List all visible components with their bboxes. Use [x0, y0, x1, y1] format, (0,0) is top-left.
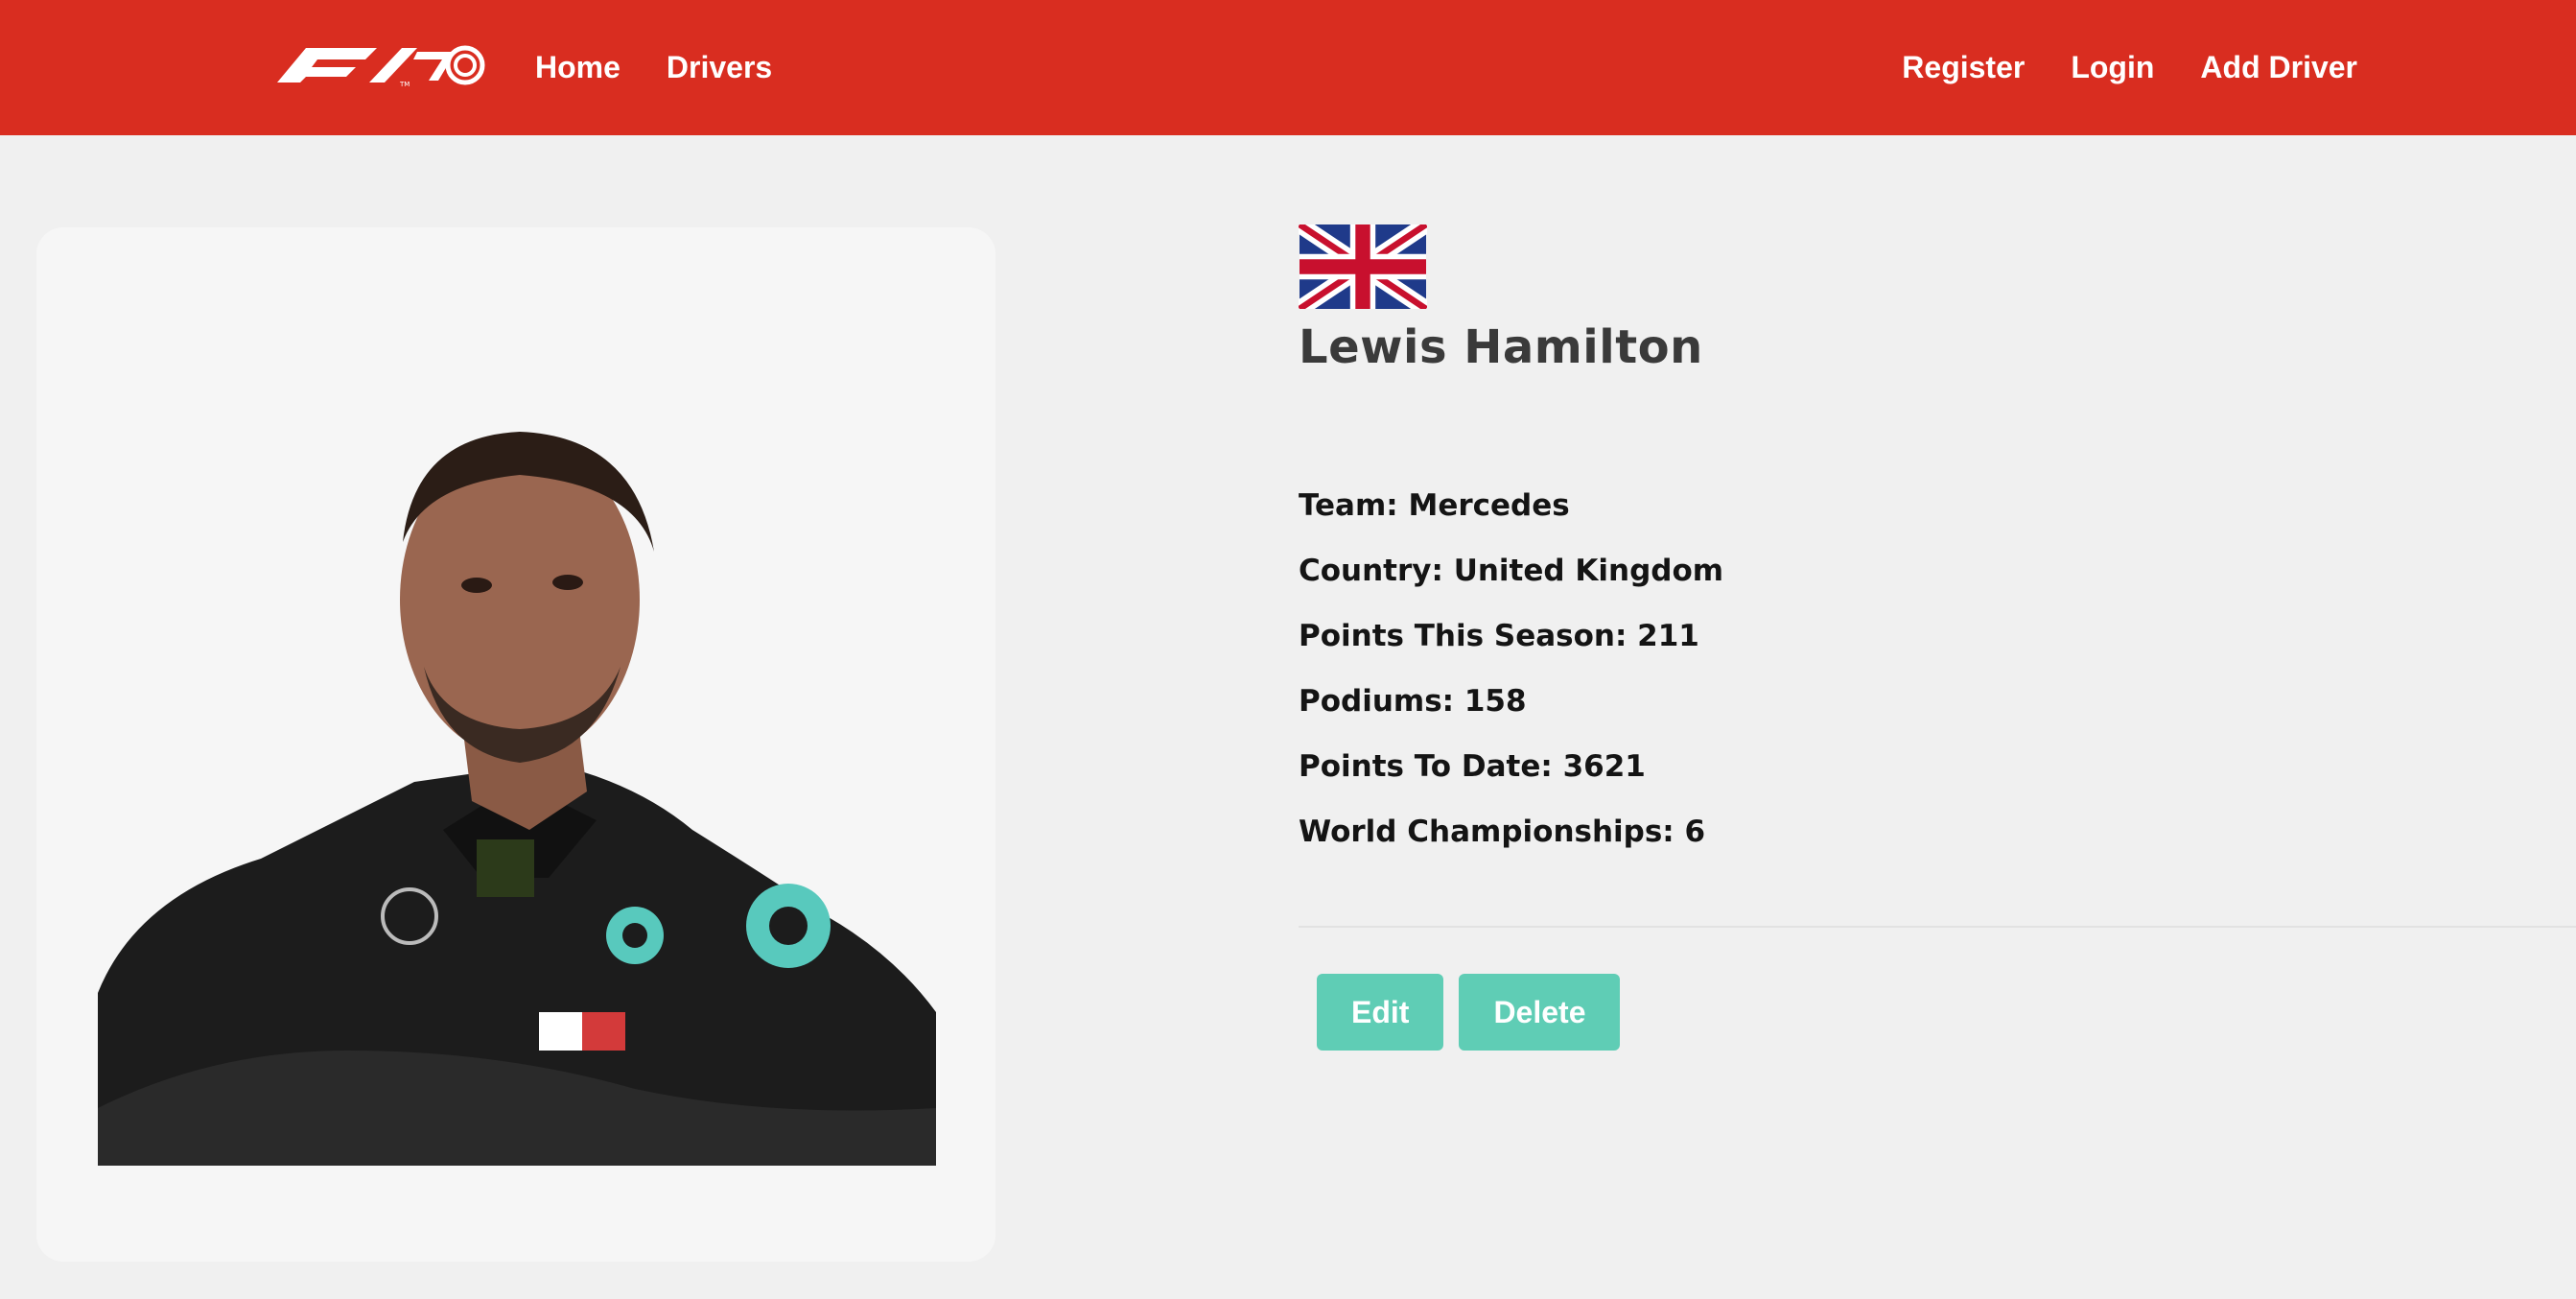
- stat-country: Country: United Kingdom: [1299, 554, 1724, 588]
- uk-flag-icon: [1299, 224, 1427, 309]
- nav-link-drivers[interactable]: Drivers: [667, 50, 772, 85]
- top-navbar: TM Home Drivers Register Login Add Drive…: [0, 0, 2576, 135]
- stat-points-to-date: Points To Date: 3621: [1299, 749, 1646, 784]
- nav-left-links: Home Drivers: [535, 0, 772, 135]
- driver-portrait-icon: [98, 432, 936, 1166]
- stat-podiums: Podiums: 158: [1299, 684, 1527, 719]
- nav-link-register[interactable]: Register: [1902, 50, 2025, 85]
- driver-stats-list: Team: Mercedes Country: United Kingdom P…: [1299, 487, 1723, 879]
- nav-link-login[interactable]: Login: [2071, 50, 2154, 85]
- edit-button[interactable]: Edit: [1317, 974, 1444, 1051]
- delete-button[interactable]: Delete: [1459, 974, 1621, 1051]
- stat-team: Team: Mercedes: [1299, 488, 1570, 523]
- svg-text:TM: TM: [399, 81, 410, 86]
- driver-details: Lewis Hamilton Team: Mercedes Country: U…: [1299, 224, 2576, 1051]
- nav-right-links: Register Login Add Driver: [1902, 0, 2357, 135]
- nav-link-home[interactable]: Home: [535, 50, 621, 85]
- driver-name: Lewis Hamilton: [1299, 320, 1703, 374]
- stat-points-season: Points This Season: 211: [1299, 619, 1699, 653]
- f1-logo-icon[interactable]: TM: [273, 42, 490, 86]
- driver-actions: Edit Delete: [1317, 974, 1621, 1051]
- section-divider: [1299, 926, 2576, 928]
- driver-photo-card: [36, 227, 995, 1262]
- nav-link-add-driver[interactable]: Add Driver: [2200, 50, 2357, 85]
- stat-world-championships: World Championships: 6: [1299, 815, 1706, 849]
